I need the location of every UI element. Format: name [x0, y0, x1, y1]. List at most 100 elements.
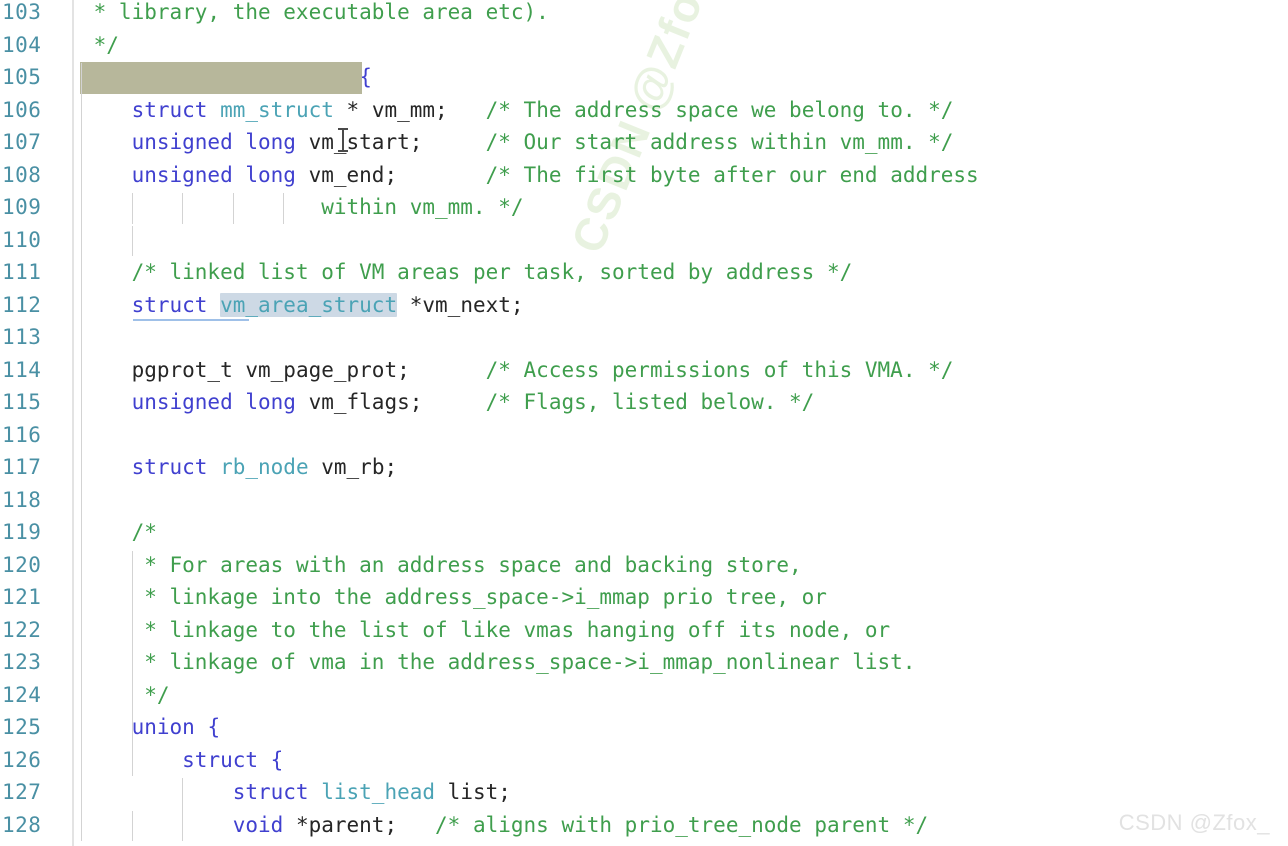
- comment-token: * linkage into the address_space->i_mmap…: [131, 585, 827, 609]
- indent-guide: [283, 193, 285, 224]
- identifier-token: [81, 683, 132, 707]
- brace-token: {: [270, 747, 284, 772]
- identifier-token: [81, 98, 132, 122]
- code-line[interactable]: unsigned long vm_end; /* The first byte …: [81, 159, 979, 192]
- code-line[interactable]: struct rb_node vm_rb;: [81, 451, 398, 484]
- comment-token: * For areas with an address space and ba…: [131, 552, 802, 577]
- line-number: 107: [2, 130, 42, 154]
- code-line[interactable]: union {: [81, 711, 221, 744]
- line-number: 123: [2, 650, 42, 674]
- comment-token: * linkage of vma in the address_space->i…: [131, 650, 916, 674]
- indent-guide: [81, 63, 82, 841]
- identifier-token: [410, 358, 486, 382]
- comment-token: * linkage to the list of like vmas hangi…: [131, 617, 891, 642]
- line-number: 121: [2, 585, 42, 609]
- keyword-token: struct: [182, 747, 259, 772]
- identifier-token: pgprot_t vm_page_prot;: [131, 357, 410, 382]
- line-number: 118: [2, 487, 42, 512]
- line-number: 128: [2, 812, 42, 837]
- selected-line-highlight: [80, 62, 363, 94]
- line-number: 125: [2, 715, 42, 739]
- code-content-area[interactable]: * library, the executable area etc). */ s…: [74, 0, 1288, 846]
- line-number: 114: [2, 357, 42, 382]
- identifier-token: [81, 358, 132, 382]
- comment-token: within vm_mm. */: [321, 195, 524, 219]
- comment-token: /* The first byte after our end address: [485, 162, 979, 187]
- line-number: 103: [2, 0, 42, 24]
- line-number: 119: [2, 520, 42, 544]
- code-line[interactable]: * library, the executable area etc).: [81, 0, 549, 29]
- comment-token: /* Our start address within vm_mm. */: [485, 130, 954, 154]
- code-line[interactable]: struct vm_area_struct *vm_next;: [81, 289, 524, 322]
- keyword-token: struct: [131, 292, 208, 317]
- brace-token: {: [207, 715, 221, 739]
- identifier-token: [207, 293, 220, 317]
- line-number: 111: [2, 260, 42, 284]
- code-line[interactable]: struct mm_struct * vm_mm; /* The address…: [81, 94, 954, 127]
- keyword-token: void: [232, 812, 284, 837]
- identifier-token: [81, 585, 132, 609]
- comment-token: */: [131, 682, 170, 707]
- keyword-token: unsigned long: [131, 130, 296, 154]
- type-token: mm_struct: [220, 97, 334, 122]
- comment-token: /* aligns with prio_tree_node parent */: [435, 812, 929, 837]
- line-number: 126: [2, 747, 42, 772]
- identifier-token: [81, 520, 132, 544]
- identifier-token: [81, 260, 132, 284]
- code-line[interactable]: pgprot_t vm_page_prot; /* Access permiss…: [81, 354, 954, 387]
- line-number: 108: [2, 162, 42, 187]
- identifier-token: [81, 130, 132, 154]
- line-number: 115: [2, 390, 42, 414]
- identifier-token: [81, 780, 233, 804]
- code-line[interactable]: unsigned long vm_flags; /* Flags, listed…: [81, 386, 815, 419]
- code-editor[interactable]: CSDN @Zfox_ * library, the executable ar…: [0, 0, 1288, 846]
- line-number: 113: [2, 325, 42, 349]
- identifier-token: [397, 813, 435, 837]
- code-line[interactable]: */: [81, 679, 170, 712]
- code-line[interactable]: */: [81, 29, 119, 62]
- keyword-token: union: [131, 715, 195, 739]
- indent-guide: [182, 193, 184, 224]
- type-token: vm_area_struct: [220, 292, 398, 317]
- line-number: 124: [2, 682, 42, 707]
- line-number: 104: [2, 32, 42, 57]
- line-number: 122: [2, 617, 42, 642]
- code-line[interactable]: struct {: [81, 744, 283, 777]
- line-number-gutter: 103 104 105 106 107 108 109 110 111 112 113 114 115 1…: [0, 0, 74, 846]
- identifier-token: [448, 98, 486, 122]
- code-line[interactable]: /*: [81, 516, 157, 549]
- indent-guide: [182, 778, 184, 841]
- code-line[interactable]: unsigned long vm_start; /* Our start add…: [81, 126, 954, 159]
- identifier-token: [81, 293, 132, 317]
- code-line[interactable]: /* linked list of VM areas per task, sor…: [81, 256, 853, 289]
- type-token: list_head: [321, 780, 436, 804]
- identifier-token: vm_end;: [295, 162, 398, 187]
- code-line[interactable]: * For areas with an address space and ba…: [81, 549, 802, 582]
- line-number: 105: [2, 65, 42, 89]
- code-line[interactable]: within vm_mm. */: [81, 191, 524, 224]
- identifier-token: [81, 813, 233, 837]
- identifier-token: [81, 455, 132, 479]
- identifier-token: [81, 195, 321, 219]
- line-number: 109: [2, 195, 42, 219]
- code-line[interactable]: * linkage of vma in the address_space->i…: [81, 646, 915, 679]
- comment-token: */: [81, 32, 119, 57]
- identifier-token: [81, 553, 132, 577]
- keyword-token: unsigned long: [131, 390, 296, 414]
- identifier-token: list;: [435, 780, 511, 804]
- code-line[interactable]: * linkage into the address_space->i_mmap…: [81, 581, 827, 614]
- identifier-token: vm_flags;: [295, 390, 423, 414]
- line-number: 110: [2, 227, 42, 252]
- indent-guide: [232, 193, 234, 224]
- code-line[interactable]: struct list_head list;: [81, 776, 511, 809]
- line-number: 116: [2, 422, 42, 447]
- identifier-token: [81, 390, 132, 414]
- indent-guide: [131, 193, 133, 224]
- code-line[interactable]: void *parent; /* aligns with prio_tree_n…: [81, 809, 928, 842]
- identifier-token: [309, 780, 322, 804]
- identifier-token: vm_start;: [295, 130, 423, 154]
- code-line[interactable]: * linkage to the list of like vmas hangi…: [81, 614, 890, 647]
- identifier-token: [422, 390, 485, 414]
- keyword-token: struct: [131, 455, 208, 479]
- identifier-token: [207, 98, 220, 122]
